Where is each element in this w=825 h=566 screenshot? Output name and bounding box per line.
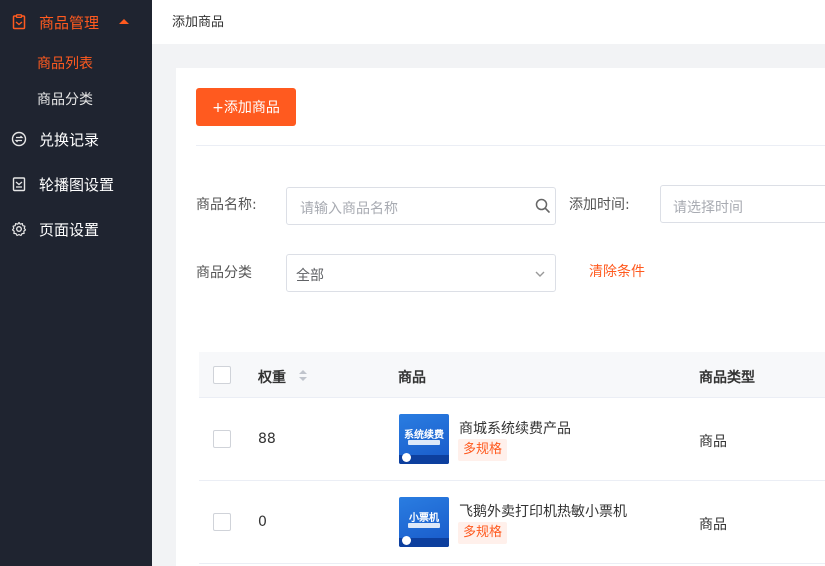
product-category-value: 全部 bbox=[296, 268, 324, 284]
clipboard-icon bbox=[11, 14, 27, 30]
sidebar-item-page-settings[interactable]: 页面设置 bbox=[0, 209, 152, 249]
product-name[interactable]: 飞鹅外卖打印机热敏小票机 bbox=[459, 501, 627, 521]
product-category-label: 商品分类 bbox=[196, 265, 252, 281]
add-time-placeholder: 请选择时间 bbox=[673, 200, 743, 216]
content-card: +添加商品 商品名称: 请输入商品名称 添加时间: 请选择时间 商品分类 全部 … bbox=[176, 68, 825, 566]
column-header-weight[interactable]: 权重 bbox=[258, 367, 286, 387]
row-weight: 88 bbox=[258, 431, 276, 447]
table-header: 权重 商品 商品类型 bbox=[199, 352, 825, 398]
sidebar-item-goods-management[interactable]: 商品管理 bbox=[0, 2, 152, 42]
add-time-label: 添加时间: bbox=[569, 197, 630, 213]
row-checkbox[interactable] bbox=[213, 513, 231, 531]
thumbnail-subtitle-bar bbox=[408, 523, 440, 528]
add-product-button[interactable]: +添加商品 bbox=[196, 88, 296, 126]
product-name-input[interactable]: 请输入商品名称 bbox=[286, 187, 556, 225]
row-weight: 0 bbox=[258, 514, 267, 530]
sidebar-item-label: 页面设置 bbox=[39, 220, 100, 239]
chevron-down-icon bbox=[531, 265, 549, 283]
search-icon[interactable] bbox=[534, 197, 552, 215]
row-product-type: 商品 bbox=[699, 434, 727, 450]
column-header-product: 商品 bbox=[398, 370, 426, 386]
sidebar-subitem-goods-list[interactable]: 商品列表 bbox=[37, 53, 93, 73]
product-thumbnail[interactable]: 小票机 bbox=[399, 497, 449, 547]
sidebar-subitem-goods-category[interactable]: 商品分类 bbox=[37, 89, 93, 109]
gear-icon bbox=[11, 221, 27, 237]
divider bbox=[196, 145, 825, 146]
sidebar-item-label: 兑换记录 bbox=[39, 130, 100, 149]
add-time-picker[interactable]: 请选择时间 bbox=[660, 185, 825, 223]
product-category-select[interactable]: 全部 bbox=[286, 254, 556, 292]
top-bar: 添加商品 bbox=[152, 0, 825, 44]
sidebar-item-label: 商品管理 bbox=[39, 13, 100, 32]
select-all-checkbox[interactable] bbox=[213, 366, 231, 384]
page-title: 添加商品 bbox=[172, 15, 225, 30]
spec-tag: 多规格 bbox=[458, 439, 508, 461]
carousel-icon bbox=[11, 176, 27, 192]
product-name-placeholder: 请输入商品名称 bbox=[300, 201, 398, 217]
sort-icon[interactable] bbox=[299, 370, 307, 382]
sidebar: 商品管理 商品列表 商品分类 兑换记录 轮播图设置 页面设置 bbox=[0, 0, 152, 566]
caret-up-icon bbox=[119, 19, 129, 24]
logo-icon bbox=[402, 453, 411, 462]
product-name[interactable]: 商城系统续费产品 bbox=[459, 418, 571, 438]
table-row: 0 小票机 飞鹅外卖打印机热敏小票机 多规格 商品 bbox=[199, 481, 825, 564]
logo-icon bbox=[402, 536, 411, 545]
sidebar-item-label: 轮播图设置 bbox=[39, 175, 115, 194]
row-product-type: 商品 bbox=[699, 517, 727, 533]
product-name-label: 商品名称: bbox=[196, 197, 257, 213]
exchange-icon bbox=[11, 131, 27, 147]
spec-tag: 多规格 bbox=[458, 522, 508, 544]
column-header-product-type: 商品类型 bbox=[699, 370, 755, 386]
thumbnail-text: 小票机 bbox=[409, 513, 439, 524]
thumbnail-subtitle-bar bbox=[408, 440, 440, 445]
row-checkbox[interactable] bbox=[213, 430, 231, 448]
product-thumbnail[interactable]: 系统续费 bbox=[399, 414, 449, 464]
clear-filters-link[interactable]: 清除条件 bbox=[589, 261, 645, 281]
table-row: 88 系统续费 商城系统续费产品 多规格 商品 bbox=[199, 398, 825, 481]
sidebar-item-exchange-records[interactable]: 兑换记录 bbox=[0, 119, 152, 159]
thumbnail-text: 系统续费 bbox=[404, 430, 444, 441]
sidebar-item-carousel-settings[interactable]: 轮播图设置 bbox=[0, 164, 152, 204]
